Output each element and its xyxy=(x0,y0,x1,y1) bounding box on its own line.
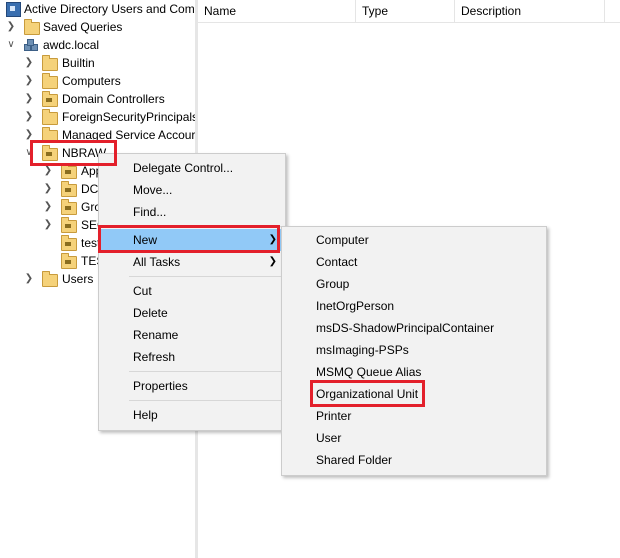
folder-icon xyxy=(42,271,58,287)
submenu-item-computer[interactable]: Computer xyxy=(282,229,546,251)
annotation-box-new xyxy=(98,225,280,253)
tree-label: ForeignSecurityPrincipals xyxy=(62,110,195,124)
menu-item-label: Find... xyxy=(133,205,167,219)
menu-separator xyxy=(129,371,283,372)
submenu-item-contact[interactable]: Contact xyxy=(282,251,546,273)
submenu-item-label: Contact xyxy=(316,255,358,269)
menu-item-label: Move... xyxy=(133,183,173,197)
chevron-right-icon[interactable]: ❯ xyxy=(24,54,34,72)
annotation-box-nbraw xyxy=(30,140,117,166)
column-header-name[interactable]: Name xyxy=(198,0,354,22)
ou-folder-icon xyxy=(61,235,77,251)
submenu-item-printer[interactable]: Printer xyxy=(282,405,546,427)
active-directory-icon xyxy=(6,2,21,17)
folder-icon xyxy=(42,109,58,125)
submenu-arrow-icon: ❯ xyxy=(268,256,277,267)
ou-folder-icon xyxy=(61,253,77,269)
annotation-box-organizational-unit xyxy=(310,380,425,407)
context-menu: Delegate Control... Move... Find... New ❯… xyxy=(98,153,286,431)
folder-icon xyxy=(24,19,40,35)
menu-item-all-tasks[interactable]: All Tasks ❯ xyxy=(99,251,285,273)
folder-icon xyxy=(42,73,58,89)
submenu-item-label: msDS-ShadowPrincipalContainer xyxy=(316,321,495,335)
column-divider[interactable] xyxy=(604,0,605,22)
menu-item-refresh[interactable]: Refresh xyxy=(99,346,285,368)
submenu-item-shared-folder[interactable]: Shared Folder xyxy=(282,449,546,471)
submenu-item-label: msImaging-PSPs xyxy=(316,343,409,357)
ou-folder-icon xyxy=(61,181,77,197)
tree-label: Builtin xyxy=(62,56,95,70)
menu-item-label: Delete xyxy=(133,306,168,320)
ou-folder-icon xyxy=(61,199,77,215)
chevron-right-icon[interactable]: ❯ xyxy=(24,90,34,108)
submenu-item-group[interactable]: Group xyxy=(282,273,546,295)
menu-item-label: Refresh xyxy=(133,350,176,364)
ou-folder-icon xyxy=(61,163,77,179)
ou-folder-icon xyxy=(42,91,58,107)
tree-label: Saved Queries xyxy=(43,20,123,34)
submenu-item-user[interactable]: User xyxy=(282,427,546,449)
menu-item-label: All Tasks xyxy=(133,255,181,269)
menu-item-properties[interactable]: Properties xyxy=(99,375,285,397)
chevron-right-icon[interactable]: ❯ xyxy=(24,72,34,90)
tree-label: Users xyxy=(62,272,94,286)
column-header-description[interactable]: Description xyxy=(455,0,601,22)
chevron-right-icon[interactable]: ❯ xyxy=(24,270,34,288)
submenu-item-label: Shared Folder xyxy=(316,453,393,467)
submenu-item-msimaging-psps[interactable]: msImaging-PSPs xyxy=(282,339,546,361)
chevron-right-icon[interactable]: ❯ xyxy=(24,108,34,126)
submenu-item-label: InetOrgPerson xyxy=(316,299,395,313)
menu-item-delete[interactable]: Delete xyxy=(99,302,285,324)
menu-item-move[interactable]: Move... xyxy=(99,179,285,201)
tree-label: awdc.local xyxy=(43,38,100,52)
tree-label: Domain Controllers xyxy=(62,92,165,106)
tree-label: Computers xyxy=(62,74,121,88)
submenu-item-inetorgperson[interactable]: InetOrgPerson xyxy=(282,295,546,317)
tree-label: DC xyxy=(81,182,99,196)
menu-separator xyxy=(129,400,283,401)
menu-item-label: Cut xyxy=(133,284,152,298)
chevron-right-icon[interactable]: ❯ xyxy=(43,198,53,216)
chevron-right-icon[interactable]: ❯ xyxy=(6,18,16,36)
menu-item-label: Rename xyxy=(133,328,179,342)
menu-separator xyxy=(129,276,283,277)
domain-icon xyxy=(24,39,38,51)
menu-item-delegate-control[interactable]: Delegate Control... xyxy=(99,157,285,179)
submenu-item-label: Computer xyxy=(316,233,369,247)
list-header: Name Type Description xyxy=(198,0,620,23)
menu-item-find[interactable]: Find... xyxy=(99,201,285,223)
column-header-type[interactable]: Type xyxy=(356,0,452,22)
menu-item-label: Help xyxy=(133,408,158,422)
menu-item-label: Properties xyxy=(133,379,188,393)
folder-icon xyxy=(42,55,58,71)
menu-item-rename[interactable]: Rename xyxy=(99,324,285,346)
submenu-item-label: Group xyxy=(316,277,350,291)
menu-item-cut[interactable]: Cut xyxy=(99,280,285,302)
tree-label: Active Directory Users and Com xyxy=(24,2,195,16)
menu-item-label: Delegate Control... xyxy=(133,161,234,175)
submenu-item-label: User xyxy=(316,431,342,445)
submenu-item-shadow-principal-container[interactable]: msDS-ShadowPrincipalContainer xyxy=(282,317,546,339)
chevron-right-icon[interactable]: ❯ xyxy=(43,216,53,234)
new-submenu: Computer Contact Group InetOrgPerson msD… xyxy=(281,226,547,476)
chevron-right-icon[interactable]: ❯ xyxy=(43,180,53,198)
chevron-down-icon[interactable]: ∨ xyxy=(6,36,16,54)
menu-item-help[interactable]: Help xyxy=(99,404,285,426)
submenu-item-label: Printer xyxy=(316,409,352,423)
ou-folder-icon xyxy=(61,217,77,233)
